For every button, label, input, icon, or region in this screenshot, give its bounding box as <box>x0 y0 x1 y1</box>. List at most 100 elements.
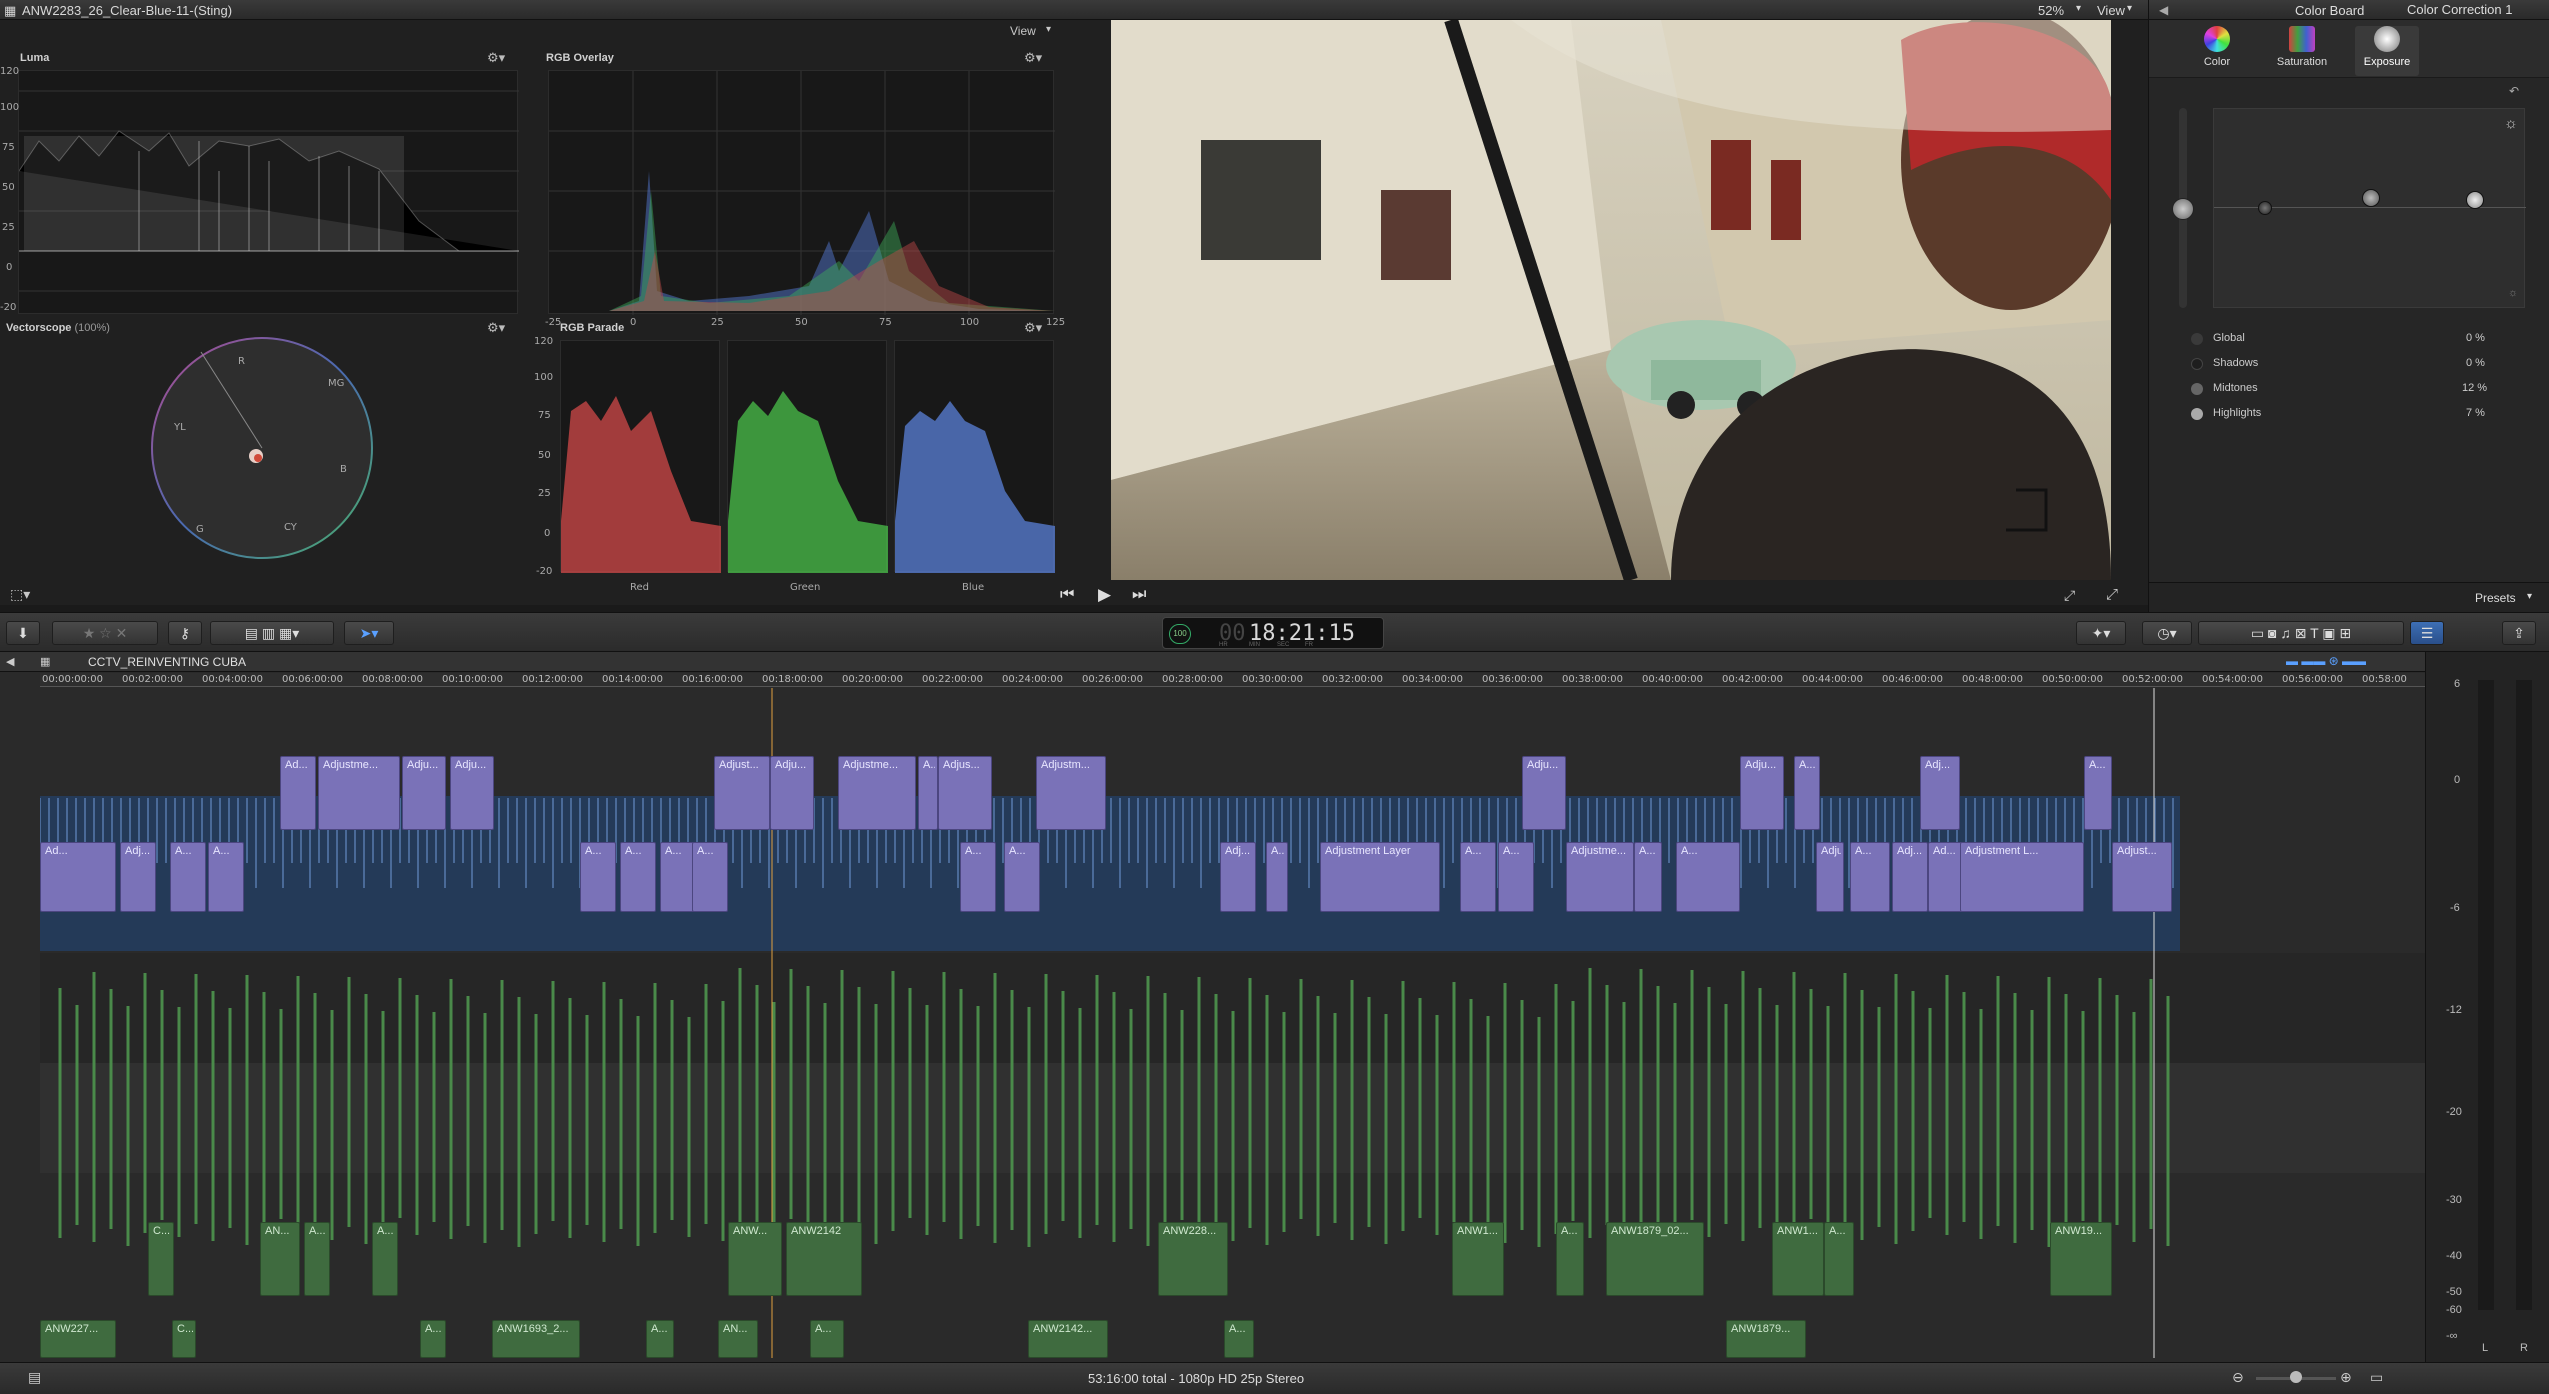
audio-video-clip[interactable]: AN... <box>718 1320 758 1358</box>
background-tasks-percent[interactable]: 100 <box>1169 624 1191 644</box>
adjustment-layer-clip[interactable]: A... <box>1634 842 1662 912</box>
zoom-slider-knob[interactable] <box>2290 1371 2302 1383</box>
timeline-ruler[interactable]: 00:00:00:00 00:02:00:00 00:04:00:00 00:06:0… <box>40 673 2425 687</box>
import-button[interactable]: ⬇ <box>6 621 40 645</box>
highlights-puck[interactable] <box>2466 191 2484 209</box>
scopes-view-menu[interactable]: View <box>1010 24 1036 38</box>
next-frame-icon[interactable]: ⏭ <box>1132 586 1146 604</box>
rating-buttons[interactable]: ★ ☆ ✕ <box>52 621 158 645</box>
luma-gear-icon[interactable]: ⚙▾ <box>487 50 505 66</box>
shadows-value[interactable]: 0 % <box>2466 357 2485 369</box>
adjustment-layer-clip[interactable]: Adj... <box>120 842 156 912</box>
audio-video-clip[interactable]: A... <box>372 1222 398 1296</box>
adjustment-layer-clip[interactable]: Adjust... <box>714 756 770 830</box>
adjustment-layer-clip[interactable]: A... <box>1850 842 1890 912</box>
adjustment-layer-clip[interactable]: A... <box>1498 842 1534 912</box>
audio-video-clip[interactable]: ANW2142 <box>786 1222 862 1296</box>
adjustment-layer-clip[interactable]: A... <box>1004 842 1040 912</box>
dashboard-timecode[interactable]: 100 00 18:21:15 HR MIN SEC FR <box>1162 617 1384 649</box>
audio-video-clip[interactable]: A... <box>420 1320 446 1358</box>
audio-video-clip[interactable]: ANW1879_02... <box>1606 1222 1704 1296</box>
rgb-overlay-gear-icon[interactable]: ⚙▾ <box>1024 50 1042 66</box>
tab-color[interactable]: Color <box>2193 26 2241 76</box>
back-icon[interactable]: ◀ <box>6 655 14 668</box>
adjustment-layer-clip[interactable]: A... <box>660 842 694 912</box>
adjustment-layer-clip[interactable]: Adjustme... <box>1566 842 1634 912</box>
audio-video-clip[interactable]: A... <box>1556 1222 1584 1296</box>
retime-button[interactable]: ◷▾ <box>2142 621 2192 645</box>
adjustment-layer-clip[interactable]: Ad... <box>280 756 316 830</box>
timeline-tracks[interactable]: Ad... Adjustme... Adju... Adju... Adjust... A… <box>40 688 2425 1358</box>
audio-video-clip[interactable]: ANW19... <box>2050 1222 2112 1296</box>
audio-video-clip[interactable]: C... <box>148 1222 174 1296</box>
viewer-video-frame[interactable] <box>1111 20 2111 580</box>
shadows-puck[interactable] <box>2258 201 2272 215</box>
zoom-in-icon[interactable]: ⊕ <box>2340 1369 2352 1386</box>
adjustment-layer-clip[interactable]: A... <box>620 842 656 912</box>
zoom-level[interactable]: 52% <box>2038 3 2064 18</box>
audio-video-clip[interactable]: A... <box>810 1320 844 1358</box>
audio-video-clip[interactable]: ANW228... <box>1158 1222 1228 1296</box>
adjustment-layer-clip[interactable]: A... <box>208 842 244 912</box>
inspector-back-icon[interactable]: ◀ <box>2159 3 2168 17</box>
global-value[interactable]: 0 % <box>2466 332 2485 344</box>
adjustment-layer-clip[interactable]: A... <box>170 842 206 912</box>
audio-video-clip[interactable]: A... <box>1224 1320 1254 1358</box>
edit-buttons[interactable]: ▤ ▥ ▦▾ <box>210 621 334 645</box>
row-global[interactable]: Global 0 % <box>2191 330 2531 350</box>
presets-menu[interactable]: Presets <box>2475 591 2516 605</box>
clip-appearance-icons[interactable]: ▬ ▬▬ ⊛ ▬▬ <box>2286 654 2366 668</box>
rgb-parade-gear-icon[interactable]: ⚙▾ <box>1024 320 1042 336</box>
exposure-board[interactable]: ☼ ☼ <box>2213 108 2526 308</box>
tab-exposure[interactable]: Exposure <box>2355 26 2419 76</box>
adjustment-layer-clip[interactable]: Adjustment L... <box>1960 842 2084 912</box>
adjustment-layer-clip[interactable]: Adjust... <box>1816 842 1844 912</box>
play-icon[interactable]: ▶ <box>1098 585 1111 605</box>
audio-video-clip[interactable]: ANW1... <box>1772 1222 1824 1296</box>
adjustment-layer-clip[interactable]: Adjustment Layer <box>1320 842 1440 912</box>
adjustment-layer-clip[interactable]: Adjustme... <box>318 756 400 830</box>
reset-icon[interactable]: ↶ <box>2509 84 2519 98</box>
audio-video-clip[interactable]: A... <box>1824 1222 1854 1296</box>
adjustment-layer-clip[interactable]: Adj... <box>1220 842 1256 912</box>
zoom-chevron-icon[interactable]: ▾ <box>2076 3 2081 14</box>
adjustment-layer-clip[interactable]: A... <box>1460 842 1496 912</box>
adjustment-layer-clip[interactable]: Adjustm... <box>1036 756 1106 830</box>
audio-video-clip[interactable]: AN... <box>260 1222 300 1296</box>
adjustment-layer-clip[interactable]: A... <box>1266 842 1288 912</box>
adjustment-layer-clip[interactable]: A... <box>580 842 616 912</box>
select-tool-button[interactable]: ➤▾ <box>344 621 394 645</box>
adjustment-layer-clip[interactable]: A... <box>918 756 938 830</box>
adjustment-layer-clip[interactable]: Adju... <box>1740 756 1784 830</box>
adjustment-layer-clip[interactable]: A... <box>692 842 728 912</box>
audio-video-clip[interactable]: ANW1693_2... <box>492 1320 580 1358</box>
adjustment-layer-clip[interactable]: A... <box>2084 756 2112 830</box>
layout-menu-icon[interactable]: ⬚▾ <box>10 586 30 603</box>
keyword-button[interactable]: ⚷ <box>168 621 202 645</box>
audio-video-clip[interactable]: ANW... <box>728 1222 782 1296</box>
presets-chevron-icon[interactable]: ▾ <box>2527 591 2532 602</box>
adjustment-layer-clip[interactable]: Adjust... <box>2112 842 2172 912</box>
clip-appearance-icon[interactable]: ▭ <box>2370 1369 2383 1386</box>
row-shadows[interactable]: Shadows 0 % <box>2191 355 2531 375</box>
scopes-view-chevron-icon[interactable]: ▾ <box>1046 24 1051 35</box>
adjustment-layer-clip[interactable]: A... <box>960 842 996 912</box>
midtones-puck[interactable] <box>2362 189 2380 207</box>
adjustment-layer-clip[interactable]: Adju... <box>770 756 814 830</box>
master-exposure-puck[interactable] <box>2172 198 2194 220</box>
adjustment-layer-clip[interactable]: A... <box>1794 756 1820 830</box>
audio-video-clip[interactable]: ANW227... <box>40 1320 116 1358</box>
fullscreen-icon[interactable]: ⤢ <box>2064 587 2075 604</box>
browser-buttons[interactable]: ▭ ◙ ♫ ⊠ T ▣ ⊞ <box>2198 621 2404 645</box>
enhancements-button[interactable]: ✦▾ <box>2076 621 2126 645</box>
tab-saturation[interactable]: Saturation <box>2267 26 2337 76</box>
zoom-out-icon[interactable]: ⊖ <box>2232 1369 2244 1386</box>
vectorscope-gear-icon[interactable]: ⚙▾ <box>487 320 505 336</box>
audio-video-clip[interactable]: C... <box>172 1320 196 1358</box>
view-chevron-icon[interactable]: ▾ <box>2127 3 2132 14</box>
fullscreen-toggle-icon[interactable]: ⤢ <box>2106 586 2118 603</box>
adjustment-layer-clip[interactable]: A... <box>1676 842 1740 912</box>
midtones-value[interactable]: 12 % <box>2462 382 2487 394</box>
timeline-index-icon[interactable]: ▤ <box>28 1369 41 1386</box>
adjustment-layer-clip[interactable]: Ad... <box>40 842 116 912</box>
